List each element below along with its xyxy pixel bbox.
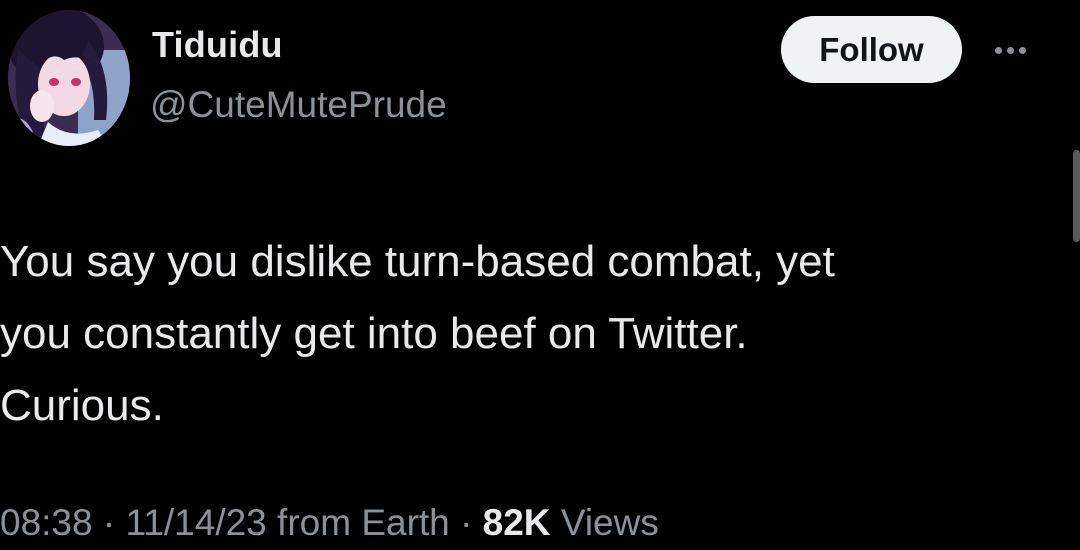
more-horizontal-icon bbox=[994, 46, 1002, 54]
tweet-metadata: 08:38 · 11/14/23 from Earth · 82K Views bbox=[0, 502, 659, 544]
avatar[interactable] bbox=[8, 10, 130, 146]
follow-button[interactable]: Follow bbox=[781, 16, 962, 83]
tweet-date[interactable]: 11/14/23 bbox=[125, 502, 266, 543]
tweet-card: Tiduidu @CuteMutePrude Follow You say yo… bbox=[0, 0, 1080, 550]
tweet-text: You say you dislike turn-based combat, y… bbox=[0, 226, 1060, 442]
more-horizontal-icon-dot bbox=[1018, 46, 1026, 54]
tweet-source: from Earth bbox=[277, 502, 450, 543]
views-count[interactable]: 82K bbox=[483, 502, 551, 543]
meta-separator: · bbox=[449, 502, 483, 543]
author-handle[interactable]: @CuteMutePrude bbox=[150, 84, 447, 126]
tweet-text-line: You say you dislike turn-based combat, y… bbox=[0, 237, 835, 286]
more-horizontal-icon-dot bbox=[1006, 46, 1014, 54]
tweet-text-line: you constantly get into beef on Twitter. bbox=[0, 309, 748, 358]
avatar-image bbox=[8, 10, 130, 146]
scrollbar[interactable] bbox=[1073, 150, 1080, 242]
more-options-button[interactable] bbox=[985, 30, 1035, 70]
tweet-time[interactable]: 08:38 bbox=[0, 502, 93, 543]
meta-separator: · bbox=[92, 502, 126, 543]
author-display-name[interactable]: Tiduidu bbox=[152, 24, 283, 66]
views-label[interactable]: Views bbox=[561, 502, 659, 543]
tweet-text-line: Curious. bbox=[0, 381, 164, 430]
